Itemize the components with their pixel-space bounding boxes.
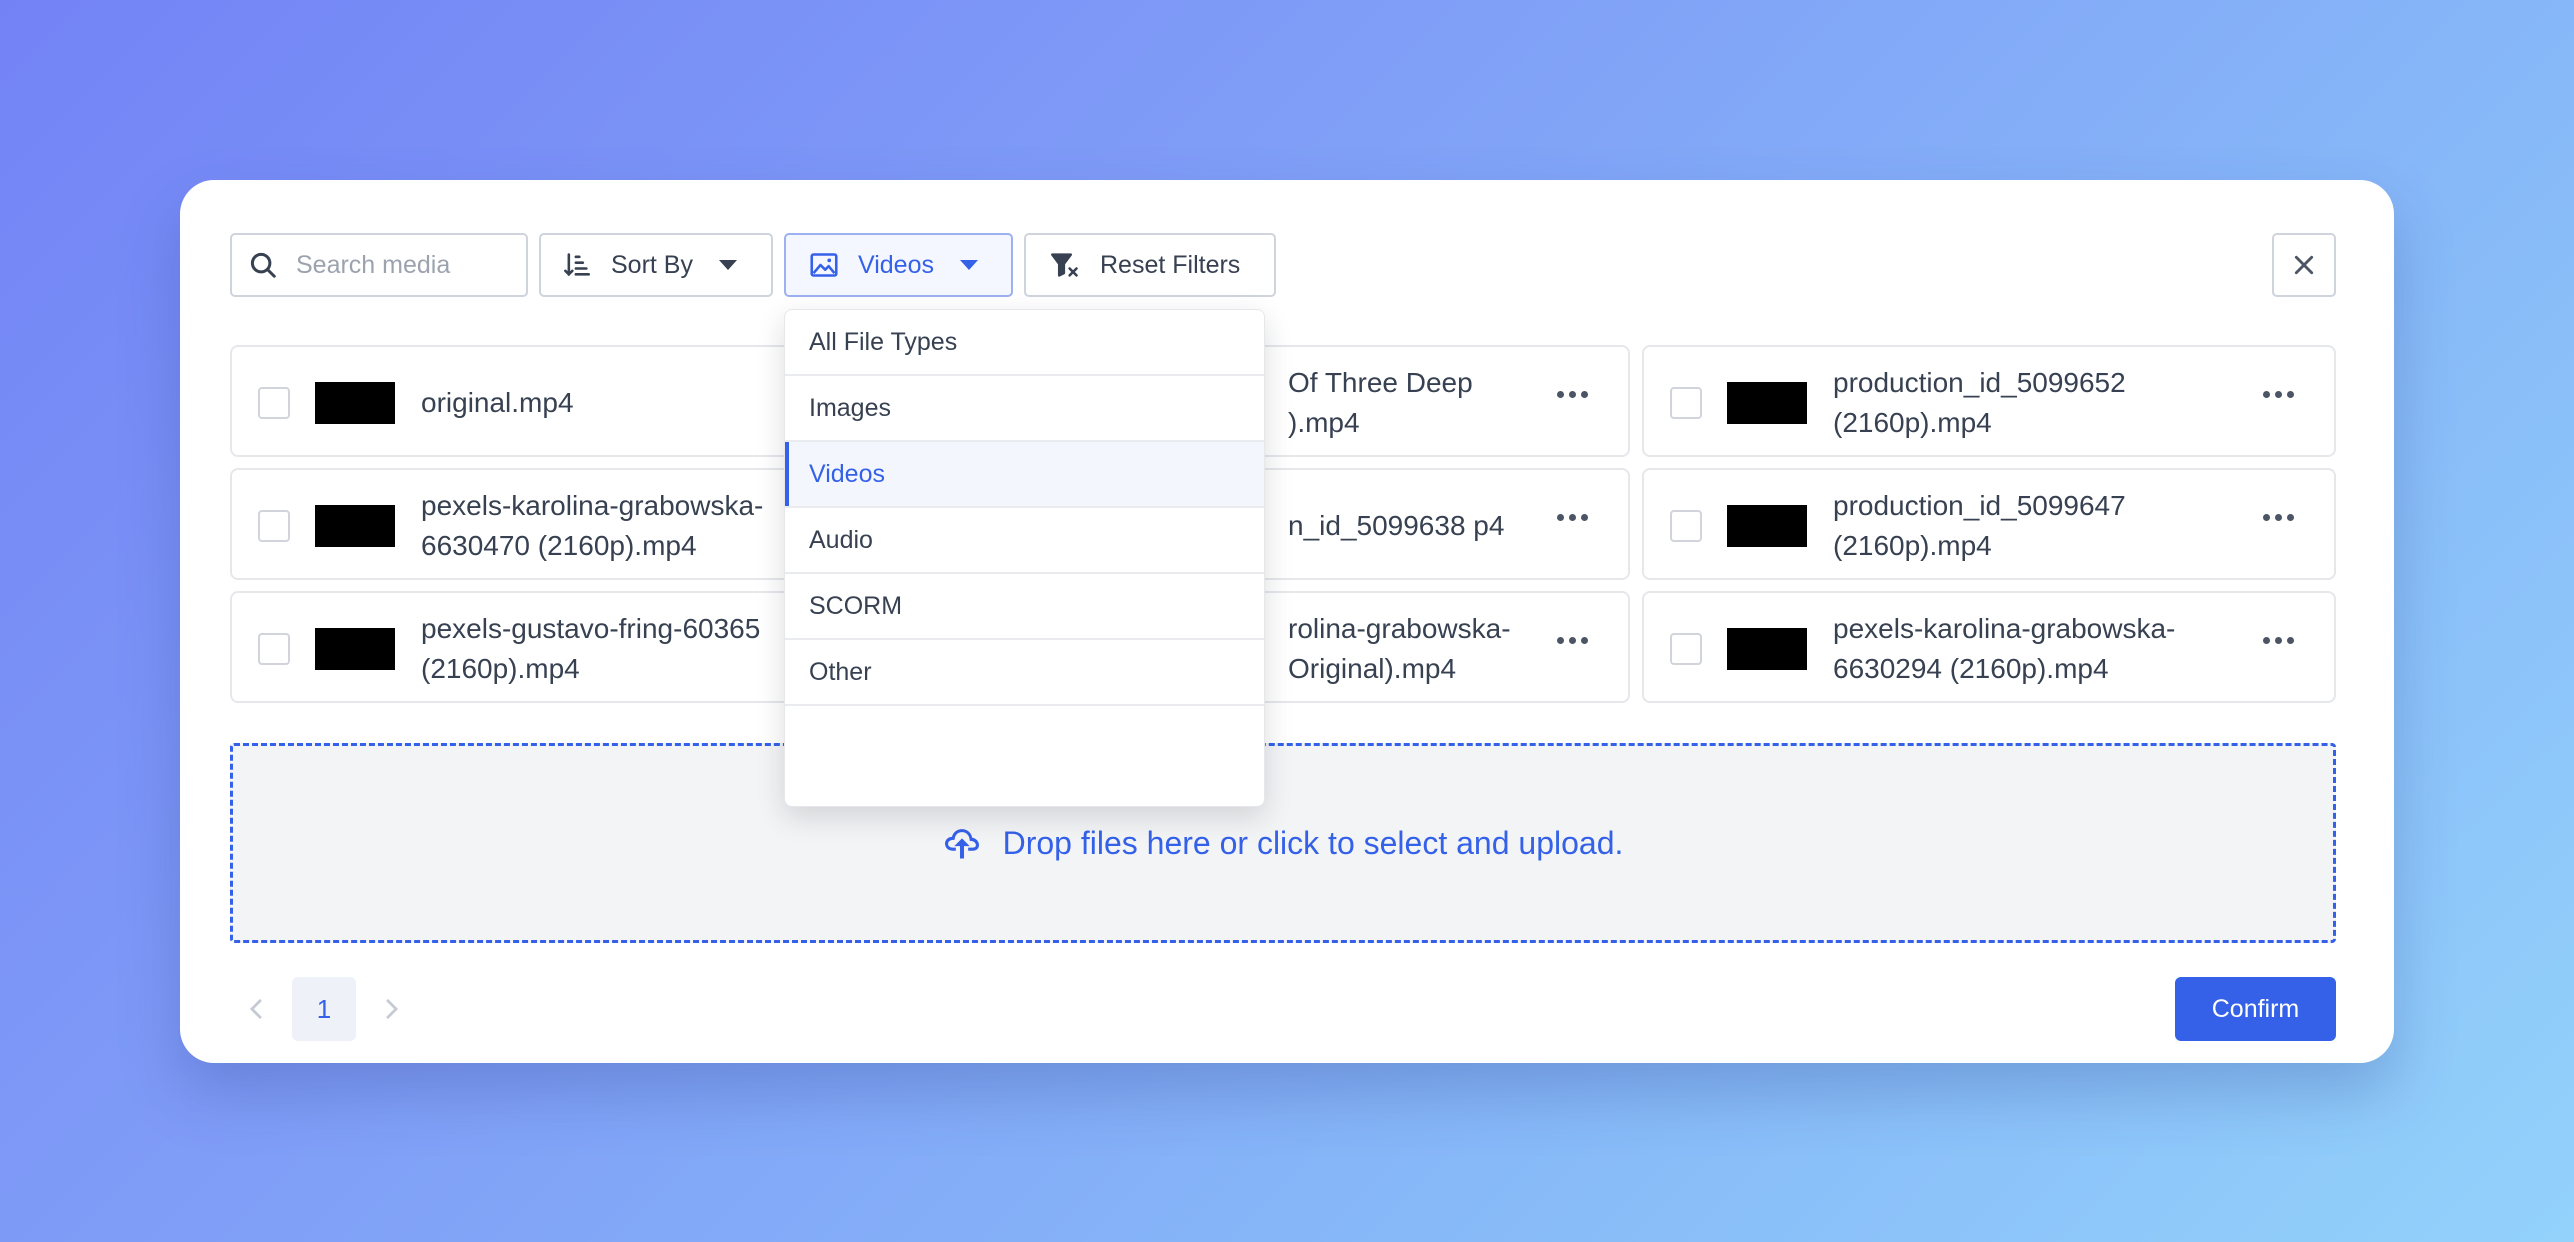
- file-type-dropdown: All File Types Images Videos Audio SCORM…: [784, 309, 1265, 807]
- chevron-down-icon: [718, 260, 737, 270]
- select-checkbox[interactable]: [258, 387, 290, 419]
- file-name: rolina-grabowska- Original).mp4: [1288, 613, 1511, 684]
- search-icon: [250, 252, 276, 278]
- close-button[interactable]: [2272, 233, 2336, 297]
- dropdown-item-audio[interactable]: Audio: [785, 508, 1264, 574]
- sort-icon: [564, 253, 590, 277]
- select-checkbox[interactable]: [258, 510, 290, 542]
- pagination: 1: [240, 977, 408, 1041]
- select-checkbox[interactable]: [1670, 387, 1702, 419]
- sort-by-button[interactable]: Sort By: [539, 233, 773, 297]
- file-name: production_id_5099647 (2160p).mp4: [1833, 490, 2126, 561]
- video-thumbnail: [315, 382, 395, 424]
- more-options-icon[interactable]: [2263, 391, 2294, 398]
- dropdown-item-videos[interactable]: Videos: [785, 442, 1264, 508]
- video-thumbnail: [315, 505, 395, 547]
- reset-filters-button[interactable]: Reset Filters: [1024, 233, 1276, 297]
- select-checkbox[interactable]: [1670, 633, 1702, 665]
- more-options-icon[interactable]: [1557, 391, 1588, 398]
- toolbar: Search media Sort By Videos Reset Filter…: [230, 233, 1276, 297]
- confirm-button[interactable]: Confirm: [2175, 977, 2336, 1041]
- upload-dropzone[interactable]: Drop files here or click to select and u…: [230, 743, 2336, 943]
- file-name: n_id_5099638 p4: [1288, 510, 1505, 541]
- video-thumbnail: [1727, 505, 1807, 547]
- image-icon: [810, 253, 838, 277]
- dropdown-item-images[interactable]: Images: [785, 376, 1264, 442]
- file-name: Of Three Deep ).mp4: [1288, 367, 1473, 438]
- dropdown-item-scorm[interactable]: SCORM: [785, 574, 1264, 640]
- more-options-icon[interactable]: [2263, 637, 2294, 644]
- filter-clear-icon: [1051, 253, 1078, 277]
- next-page-button[interactable]: [376, 993, 408, 1025]
- more-options-icon[interactable]: [1557, 637, 1588, 644]
- file-type-filter-button[interactable]: Videos: [784, 233, 1013, 297]
- page-number[interactable]: 1: [292, 977, 356, 1041]
- dropzone-text: Drop files here or click to select and u…: [1002, 824, 1624, 861]
- sort-by-label: Sort By: [611, 250, 693, 279]
- file-type-filter-label: Videos: [858, 250, 934, 279]
- media-library-modal: Search media Sort By Videos Reset Filter…: [180, 180, 2394, 1063]
- select-checkbox[interactable]: [258, 633, 290, 665]
- media-card[interactable]: production_id_5099647 (2160p).mp4: [1642, 468, 2336, 580]
- file-name: pexels-karolina-grabowska-6630470 (2160p…: [421, 490, 764, 561]
- file-name: production_id_5099652 (2160p).mp4: [1833, 367, 2126, 438]
- select-checkbox[interactable]: [1670, 510, 1702, 542]
- media-card[interactable]: production_id_5099652 (2160p).mp4: [1642, 345, 2336, 457]
- file-name: original.mp4: [421, 387, 574, 418]
- chevron-right-icon: [386, 999, 399, 1019]
- chevron-left-icon: [249, 999, 262, 1019]
- dropdown-item-all-file-types[interactable]: All File Types: [785, 310, 1264, 376]
- more-options-icon[interactable]: [2263, 514, 2294, 521]
- file-name: pexels-karolina-grabowska-6630294 (2160p…: [1833, 613, 2176, 684]
- search-input[interactable]: Search media: [230, 233, 528, 297]
- cloud-upload-icon: [944, 829, 979, 859]
- search-placeholder: Search media: [296, 250, 451, 279]
- close-icon: [2294, 255, 2314, 275]
- dropdown-item-other[interactable]: Other: [785, 640, 1264, 706]
- video-thumbnail: [1727, 382, 1807, 424]
- file-name: pexels-gustavo-fring-60365 (2160p).mp4: [421, 613, 761, 684]
- more-options-icon[interactable]: [1557, 514, 1588, 521]
- video-thumbnail: [315, 628, 395, 670]
- media-card[interactable]: pexels-karolina-grabowska-6630294 (2160p…: [1642, 591, 2336, 703]
- video-thumbnail: [1727, 628, 1807, 670]
- reset-filters-label: Reset Filters: [1100, 250, 1241, 279]
- prev-page-button[interactable]: [240, 993, 272, 1025]
- chevron-down-icon: [960, 260, 978, 270]
